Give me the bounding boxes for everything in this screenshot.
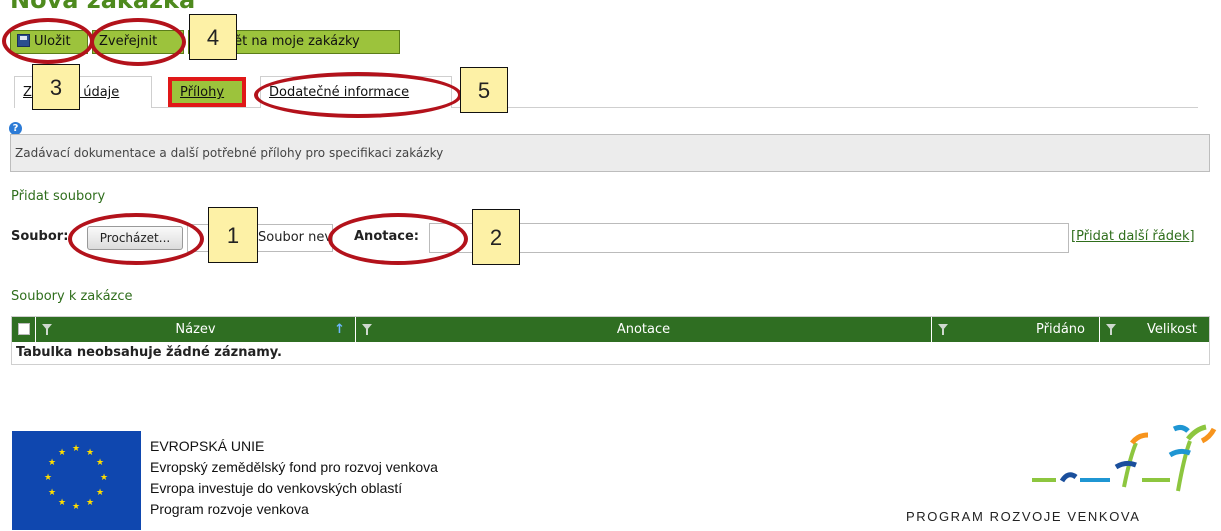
col-size: Velikost [1147,322,1197,337]
col-name: Název [175,322,216,337]
files-table-title: Soubory k zakázce [11,289,133,304]
callout-marker-2: 2 [472,209,520,265]
add-files-title: Přidat soubory [11,189,106,204]
browse-button[interactable]: Procházet... [87,226,183,250]
callout-marker-5: 5 [460,67,508,113]
prv-caption: PROGRAM ROZVOJE VENKOVA [906,509,1141,524]
annotation-input[interactable] [429,223,1069,253]
back-label: Zpět na moje zakázky [217,34,360,49]
tab-additional-info[interactable]: Dodatečné informace [260,76,452,108]
header-size[interactable]: Velikost [1100,317,1211,342]
callout-marker-4: 4 [189,14,237,60]
table-empty-message: Tabulka neobsahuje žádné záznamy. [16,345,282,360]
prv-logo [1032,424,1217,492]
files-table: Název ↑ Anotace Přidáno Velikost Tabulka… [11,316,1210,365]
eu-flag-logo: ★ ★ ★ ★ ★ ★ ★ ★ ★ ★ ★ ★ [12,431,141,530]
add-file-row: Soubor: Procházet... Soubor nevybrán Ano… [11,223,1221,253]
table-header: Název ↑ Anotace Přidáno Velikost [12,317,1209,342]
eu-line: EVROPSKÁ UNIE [150,438,265,454]
col-added: Přidáno [1036,322,1085,337]
sort-up-icon[interactable]: ↑ [334,317,345,342]
callout-marker-3: 3 [32,64,80,110]
select-all-checkbox[interactable] [18,323,30,335]
page-title: Nová zakázka [10,0,196,14]
annotation-label: Anotace: [354,229,419,244]
no-file-text: Soubor nevybrán [258,230,333,245]
header-annotation[interactable]: Anotace [356,317,932,342]
header-name[interactable]: Název ↑ [36,317,356,342]
eu-text-block: EVROPSKÁ UNIE Evropský zemědělský fond p… [150,436,438,520]
save-label: Uložit [34,34,71,49]
tab-attachments[interactable]: Přílohy [168,77,246,107]
add-row-link[interactable]: [Přidat další řádek] [1071,229,1195,244]
publish-button[interactable]: Zveřejnit [92,30,184,54]
header-added[interactable]: Přidáno [932,317,1100,342]
header-select-all [12,317,36,342]
save-button[interactable]: Uložit [10,30,88,54]
info-box: Zadávací dokumentace a další potřebné př… [10,134,1210,172]
publish-label: Zveřejnit [99,34,158,49]
col-annotation: Anotace [616,322,671,337]
callout-marker-1: 1 [208,207,258,263]
eu-line: Program rozvoje venkova [150,501,309,517]
file-label: Soubor: [11,229,69,244]
tab-bar: Základní údaje Přílohy Dodatečné informa… [14,76,1198,108]
eu-line: Evropa investuje do venkovských oblastí [150,480,403,496]
save-icon [17,34,30,47]
eu-line: Evropský zemědělský fond pro rozvoj venk… [150,459,438,475]
